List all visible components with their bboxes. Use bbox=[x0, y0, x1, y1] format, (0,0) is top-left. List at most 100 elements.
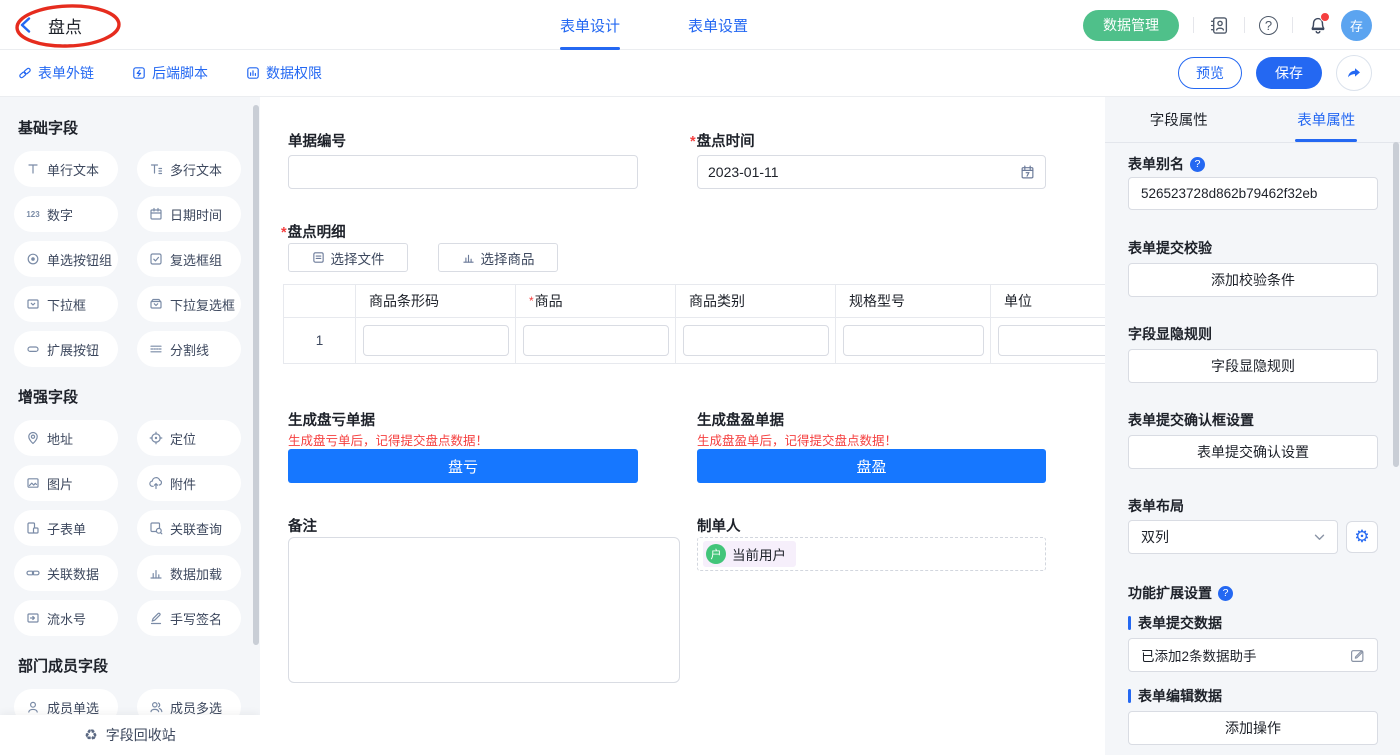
panel-scrollbar[interactable] bbox=[1393, 142, 1399, 467]
recycle-label: 字段回收站 bbox=[106, 725, 176, 745]
data-permission-label: 数据权限 bbox=[266, 63, 322, 83]
field-type-data-load[interactable]: 数据加载 bbox=[137, 555, 241, 591]
creator-field[interactable]: 户 当前用户 bbox=[697, 537, 1046, 571]
serial-icon bbox=[26, 611, 40, 625]
loss-button[interactable]: 盘亏 bbox=[288, 449, 638, 483]
current-user-tag[interactable]: 户 当前用户 bbox=[703, 541, 796, 567]
field-type-linked-data[interactable]: 关联数据 bbox=[14, 555, 118, 591]
select-icon bbox=[26, 297, 40, 311]
calendar-picker-icon[interactable] bbox=[1020, 165, 1035, 180]
remark-textarea[interactable] bbox=[288, 537, 680, 683]
field-type-serial-number[interactable]: 流水号 bbox=[14, 600, 118, 636]
external-link-button[interactable]: 表单外链 bbox=[18, 63, 94, 83]
field-type-select[interactable]: 下拉框 bbox=[14, 286, 118, 322]
notification-dot bbox=[1320, 12, 1330, 22]
section-bar bbox=[1128, 689, 1131, 703]
field-type-single-line-text[interactable]: 单行文本 bbox=[14, 151, 118, 187]
detail-table-header: 商品条形码 *商品 商品类别 规格型号 单位 bbox=[284, 285, 1105, 318]
divider-icon bbox=[149, 342, 163, 356]
check-time-value: 2023-01-11 bbox=[708, 164, 779, 180]
extension-help-icon[interactable]: ? bbox=[1218, 586, 1233, 601]
category-input[interactable] bbox=[683, 325, 829, 356]
cell-category bbox=[676, 318, 836, 363]
order-no-input[interactable] bbox=[288, 155, 638, 189]
current-user-label: 当前用户 bbox=[732, 544, 786, 564]
detail-table-row: 1 bbox=[284, 318, 1105, 363]
field-type-checkbox-group[interactable]: 复选框组 bbox=[137, 241, 241, 277]
basic-fields-grid: 单行文本 多行文本 123 数字 日期时间 单选按钮组 复选框组 下拉框 下拉复 bbox=[14, 151, 260, 367]
field-type-divider[interactable]: 分割线 bbox=[137, 331, 241, 367]
field-type-address[interactable]: 地址 bbox=[14, 420, 118, 456]
field-type-radio-group[interactable]: 单选按钮组 bbox=[14, 241, 118, 277]
divider bbox=[1292, 17, 1293, 33]
data-permission-button[interactable]: 数据权限 bbox=[246, 63, 322, 83]
add-operation-button[interactable]: 添加操作 bbox=[1128, 711, 1378, 745]
field-type-image[interactable]: 图片 bbox=[14, 465, 118, 501]
field-type-location[interactable]: 定位 bbox=[137, 420, 241, 456]
field-recycle-bin[interactable]: ♻ 字段回收站 bbox=[0, 715, 260, 755]
tab-form-properties[interactable]: 表单属性 bbox=[1253, 97, 1400, 142]
col-category: 商品类别 bbox=[676, 285, 836, 318]
col-unit: 单位 bbox=[991, 285, 1105, 318]
field-type-lookup-query[interactable]: 关联查询 bbox=[137, 510, 241, 546]
save-button[interactable]: 保存 bbox=[1256, 57, 1322, 89]
visibility-rules-button[interactable]: 字段显隐规则 bbox=[1128, 349, 1378, 383]
layout-settings-button[interactable]: ⚙ bbox=[1346, 521, 1378, 553]
field-type-signature[interactable]: 手写签名 bbox=[137, 600, 241, 636]
field-type-number[interactable]: 123 数字 bbox=[14, 196, 118, 232]
form-title[interactable]: 盘点 bbox=[48, 13, 82, 45]
add-validation-button[interactable]: 添加校验条件 bbox=[1128, 263, 1378, 297]
sub-toolbar: 表单外链 后端脚本 数据权限 预览 保存 bbox=[0, 50, 1400, 97]
confirm-label: 表单提交确认框设置 bbox=[1128, 410, 1254, 430]
search-box-icon bbox=[149, 521, 163, 535]
data-manage-button[interactable]: 数据管理 bbox=[1083, 10, 1179, 41]
avatar[interactable]: 存 bbox=[1341, 10, 1372, 41]
help-glyph: ? bbox=[1265, 18, 1272, 33]
barcode-input[interactable] bbox=[363, 325, 509, 356]
gain-button[interactable]: 盘盈 bbox=[697, 449, 1046, 483]
extend-button-icon bbox=[26, 342, 40, 356]
user-icon: 户 bbox=[706, 544, 726, 564]
choose-goods-button[interactable]: 选择商品 bbox=[438, 243, 558, 272]
multi-select-icon bbox=[149, 297, 163, 311]
edit-data-label: 表单编辑数据 bbox=[1128, 686, 1222, 706]
col-goods: *商品 bbox=[516, 285, 676, 318]
layout-select[interactable]: 双列 bbox=[1128, 520, 1338, 554]
contacts-icon[interactable] bbox=[1208, 14, 1230, 36]
share-button[interactable] bbox=[1336, 55, 1372, 91]
extension-label: 功能扩展设置 ? bbox=[1128, 583, 1233, 603]
backend-script-button[interactable]: 后端脚本 bbox=[132, 63, 208, 83]
confirm-settings-button[interactable]: 表单提交确认设置 bbox=[1128, 435, 1378, 469]
map-pin-icon bbox=[26, 431, 40, 445]
divider bbox=[1244, 17, 1245, 33]
sidebar-scrollbar[interactable] bbox=[253, 105, 259, 645]
field-type-datetime[interactable]: 日期时间 bbox=[137, 196, 241, 232]
goods-input[interactable] bbox=[523, 325, 669, 356]
toolbar-actions: 预览 保存 bbox=[1178, 50, 1372, 96]
field-type-attachment[interactable]: 附件 bbox=[137, 465, 241, 501]
choose-file-button[interactable]: 选择文件 bbox=[288, 243, 408, 272]
alias-input[interactable]: 526523728d862b79462f32eb bbox=[1128, 177, 1378, 210]
back-button[interactable] bbox=[20, 17, 31, 33]
preview-button[interactable]: 预览 bbox=[1178, 57, 1242, 89]
creator-label: 制单人 bbox=[697, 515, 741, 536]
alias-help-icon[interactable]: ? bbox=[1190, 157, 1205, 172]
spec-input[interactable] bbox=[843, 325, 984, 356]
tab-form-design[interactable]: 表单设计 bbox=[560, 0, 620, 50]
field-type-subform[interactable]: 子表单 bbox=[14, 510, 118, 546]
unit-input[interactable] bbox=[998, 325, 1105, 356]
help-icon[interactable]: ? bbox=[1259, 16, 1278, 35]
edit-icon[interactable] bbox=[1350, 648, 1365, 663]
field-type-multi-select[interactable]: 下拉复选框 bbox=[137, 286, 241, 322]
notification-bell-icon[interactable] bbox=[1307, 14, 1329, 36]
cloud-upload-icon bbox=[149, 476, 163, 490]
submit-data-box[interactable]: 已添加2条数据助手 bbox=[1128, 638, 1378, 672]
tab-form-settings[interactable]: 表单设置 bbox=[688, 0, 748, 50]
section-title-enhanced: 增强字段 bbox=[18, 386, 260, 407]
check-time-input[interactable]: 2023-01-11 bbox=[697, 155, 1046, 189]
row-index: 1 bbox=[284, 318, 356, 363]
tab-field-properties[interactable]: 字段属性 bbox=[1105, 97, 1253, 142]
field-type-extend-button[interactable]: 扩展按钮 bbox=[14, 331, 118, 367]
field-type-multi-line-text[interactable]: 多行文本 bbox=[137, 151, 241, 187]
person-icon bbox=[26, 700, 40, 714]
